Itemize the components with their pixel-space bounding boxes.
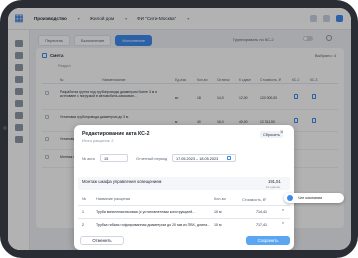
screen: ▦ Производство ▾ Жилой дом ▾ ФИ "Сити-Моск… — [8, 8, 351, 250]
row-number: 1 — [82, 210, 84, 214]
delete-icon[interactable]: × — [282, 208, 284, 212]
save-button[interactable]: Сохранить — [246, 236, 290, 245]
tablet-frame: ▦ Производство ▾ Жилой дом ▾ ФИ "Сити-Моск… — [0, 0, 358, 258]
camera — [3, 126, 7, 130]
period-label: Отчетный период — [136, 157, 168, 161]
cancel-button[interactable]: Отменить — [80, 236, 124, 245]
modal-col-name: Название расценки — [96, 197, 131, 201]
chat-label: Чат компании — [298, 196, 323, 200]
modal-title: Редактирование акта КС-2 — [82, 131, 150, 137]
row-qty: 10 м — [214, 223, 222, 227]
group-name: Монтаж шкафа управления освещением — [82, 179, 162, 184]
row-cost: 714,41 — [256, 210, 267, 214]
act-number-field[interactable]: 15 — [100, 154, 128, 162]
edit-act-modal: Редактирование акта КС-2 Итого расценок:… — [74, 125, 294, 250]
modal-col-cost: Стоимость, ₽ — [242, 198, 266, 202]
act-number-label: № акта — [82, 157, 95, 161]
row-cost: 717,41 — [256, 223, 267, 227]
group-value: 191,51 — [268, 179, 281, 184]
row-number: 2 — [82, 223, 84, 227]
company-chat-button[interactable]: Чат компании — [284, 193, 344, 203]
group-note: 10 единиц — [266, 185, 281, 189]
delete-icon[interactable]: × — [282, 221, 284, 225]
row-name: Труба винилпластиковая (с установленным … — [96, 210, 196, 214]
modal-col-no: № — [82, 197, 87, 201]
row-name: Трубка гибкая гофрированная диаметром до… — [96, 223, 211, 227]
group-summary: Монтаж шкафа управления освещением 191,5… — [78, 177, 290, 190]
chat-icon — [287, 195, 293, 201]
row-qty: 10 м — [214, 210, 222, 214]
modal-col-qty: Кол-во — [214, 197, 226, 201]
table-row[interactable]: 2 Трубка гибкая гофрированная диаметром … — [78, 218, 290, 231]
table-row[interactable]: 1 Труба винилпластиковая (с установленны… — [78, 205, 290, 218]
close-icon[interactable]: × — [280, 130, 284, 136]
calendar-icon[interactable] — [227, 156, 231, 160]
modal-subtitle: Итого расценок: 2 — [82, 139, 114, 143]
